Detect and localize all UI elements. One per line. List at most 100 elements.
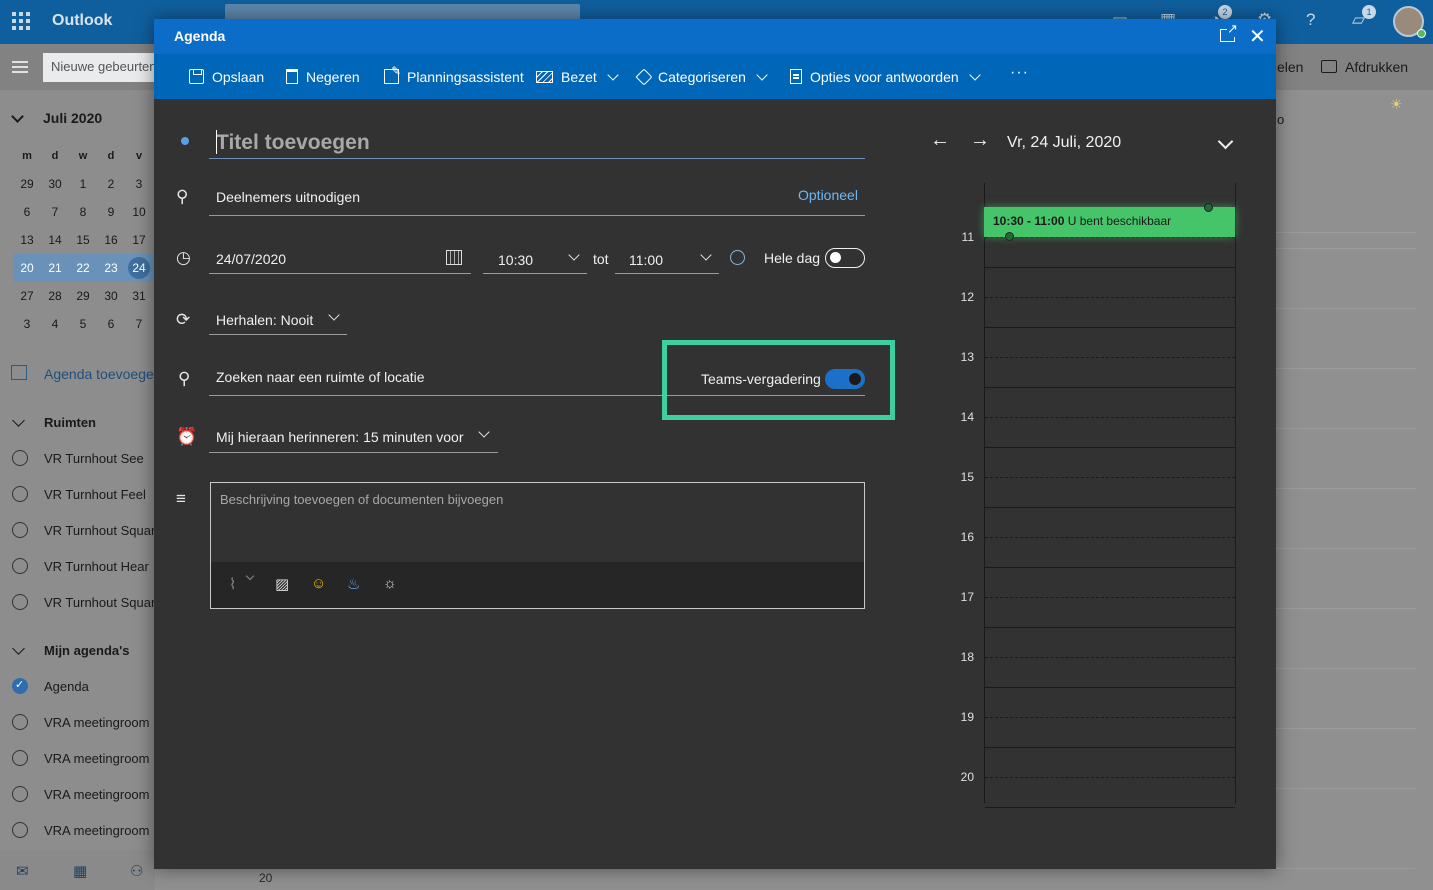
chevron-down-icon[interactable] <box>700 249 712 261</box>
attendees-input[interactable]: Deelnemers uitnodigen <box>216 189 360 205</box>
emoji-icon[interactable]: ☺ <box>311 575 326 592</box>
day-cell[interactable]: 6 <box>97 317 125 331</box>
teams-meeting-toggle[interactable] <box>825 369 865 389</box>
chevron-down-icon[interactable] <box>328 309 340 321</box>
day-cell[interactable]: 3 <box>125 177 153 191</box>
chevron-down-icon[interactable] <box>11 110 24 123</box>
date-picker-icon[interactable] <box>446 250 462 265</box>
calendar-item[interactable]: VRA meetingroom <box>44 751 150 766</box>
event-block[interactable]: 10:30 - 11:00 U bent beschikbaar <box>984 207 1235 237</box>
day-cell[interactable]: 30 <box>41 177 69 191</box>
event-title-input[interactable] <box>209 127 865 159</box>
calendar-checkbox[interactable] <box>12 450 28 466</box>
chevron-down-icon[interactable] <box>478 426 490 438</box>
day-cell[interactable]: 14 <box>41 233 69 247</box>
day-cell[interactable]: 13 <box>13 233 41 247</box>
next-day-icon[interactable]: → <box>970 129 990 152</box>
calendar-checkbox[interactable] <box>12 558 28 574</box>
save-button[interactable]: Opslaan <box>189 54 264 99</box>
calendar-checkbox-checked[interactable] <box>12 678 28 694</box>
day-cell[interactable]: 29 <box>13 177 41 191</box>
calendar-checkbox[interactable] <box>12 750 28 766</box>
discard-button[interactable]: Negeren <box>286 54 360 99</box>
end-time-field[interactable]: 11:00 <box>629 252 663 268</box>
day-cell[interactable]: 3 <box>13 317 41 331</box>
calendar-item[interactable]: VR Turnhout Feel <box>44 487 146 502</box>
reminder-dropdown[interactable]: Mij hieraan herinneren: 15 minuten voor <box>216 429 463 445</box>
calendar-checkbox[interactable] <box>12 786 28 802</box>
calendar-checkbox[interactable] <box>12 486 28 502</box>
scheduling-assistant-button[interactable]: Planningsassistent <box>384 54 524 99</box>
rooms-header[interactable]: Ruimten <box>44 415 96 430</box>
day-cell[interactable]: 21 <box>41 261 69 275</box>
calendar-item[interactable]: VRA meetingroom <box>44 715 150 730</box>
location-input[interactable]: Zoeken naar een ruimte of locatie <box>216 369 425 385</box>
calendar-checkbox[interactable] <box>12 594 28 610</box>
repeat-dropdown[interactable]: Herhalen: Nooit <box>216 312 313 328</box>
day-cell[interactable]: 30 <box>97 289 125 303</box>
day-cell[interactable]: 7 <box>41 205 69 219</box>
chevron-down-icon[interactable] <box>245 571 255 581</box>
print-button[interactable]: Afdrukken <box>1345 59 1408 75</box>
calendar-item[interactable]: VRA meetingroom <box>44 823 150 838</box>
my-calendars-header[interactable]: Mijn agenda's <box>44 643 129 658</box>
calendar-item[interactable]: VR Turnhout See <box>44 451 144 466</box>
chevron-down-icon[interactable] <box>12 642 25 655</box>
calendar-item[interactable]: VR Turnhout Hear <box>44 559 149 574</box>
day-cell[interactable]: 6 <box>13 205 41 219</box>
close-icon[interactable]: ✕ <box>1249 24 1266 49</box>
calendar-checkbox[interactable] <box>12 822 28 838</box>
calendar-color-dot[interactable] <box>181 137 189 145</box>
day-cell[interactable]: 27 <box>13 289 41 303</box>
calendar-icon[interactable]: ▦ <box>73 862 87 880</box>
popout-icon[interactable] <box>1220 21 1238 42</box>
day-cell[interactable]: 2 <box>97 177 125 191</box>
day-view-date[interactable]: Vr, 24 Juli, 2020 <box>1007 134 1121 152</box>
optional-attendees-link[interactable]: Optioneel <box>798 187 858 203</box>
previous-day-icon[interactable]: ← <box>930 129 950 152</box>
day-cell[interactable]: 1 <box>69 177 97 191</box>
add-calendar-link[interactable]: Agenda toevoegen <box>44 366 162 382</box>
day-cell[interactable]: 29 <box>69 289 97 303</box>
day-cell[interactable]: 5 <box>69 317 97 331</box>
hamburger-icon[interactable] <box>12 61 28 73</box>
chevron-down-icon[interactable] <box>1217 133 1234 150</box>
day-cell[interactable]: 15 <box>69 233 97 247</box>
calendar-item[interactable]: VR Turnhout Square <box>44 595 163 610</box>
start-time-field[interactable]: 10:30 <box>498 252 533 268</box>
new-event-button[interactable]: Nieuwe gebeurtenis <box>43 53 163 82</box>
day-cell[interactable]: 16 <box>97 233 125 247</box>
resize-handle[interactable] <box>1204 203 1213 212</box>
day-cell[interactable]: 28 <box>41 289 69 303</box>
mail-icon[interactable]: ✉ <box>16 862 29 880</box>
day-cell[interactable]: 9 <box>97 205 125 219</box>
app-name[interactable]: Outlook <box>52 12 112 30</box>
day-cell[interactable]: 10 <box>125 205 153 219</box>
day-cell[interactable]: 4 <box>41 317 69 331</box>
people-icon[interactable]: ⚇ <box>130 862 143 880</box>
calendar-item[interactable]: VR Turnhout Square <box>44 523 163 538</box>
add-calendar-icon[interactable] <box>11 365 27 380</box>
settings-icon[interactable]: ☼ <box>383 575 397 592</box>
calendar-checkbox[interactable] <box>12 522 28 538</box>
calendar-checkbox[interactable] <box>12 714 28 730</box>
categorize-dropdown[interactable]: Categoriseren <box>635 54 768 99</box>
resize-handle[interactable] <box>1005 232 1014 241</box>
day-cell[interactable]: 17 <box>125 233 153 247</box>
help-icon[interactable]: ? <box>1306 10 1315 30</box>
day-cell[interactable]: 8 <box>69 205 97 219</box>
chevron-down-icon[interactable] <box>12 414 25 427</box>
response-options-dropdown[interactable]: Opties voor antwoorden <box>790 54 981 99</box>
calendar-item[interactable]: Agenda <box>44 679 89 694</box>
mini-calendar-month[interactable]: Juli 2020 <box>43 110 102 126</box>
more-options-icon[interactable]: ··· <box>1010 64 1029 82</box>
day-cell[interactable]: 22 <box>69 261 97 275</box>
show-as-dropdown[interactable]: Bezet <box>536 54 619 99</box>
start-date-field[interactable]: 24/07/2020 <box>216 251 286 267</box>
day-cell[interactable]: 20 <box>13 261 41 275</box>
image-icon[interactable]: ▨ <box>275 575 289 593</box>
description-editor[interactable]: Beschrijving toevoegen of documenten bij… <box>210 482 865 609</box>
attach-icon[interactable]: ⌇ <box>229 575 236 593</box>
calendar-item[interactable]: VRA meetingroom <box>44 787 150 802</box>
day-cell[interactable]: 7 <box>125 317 153 331</box>
